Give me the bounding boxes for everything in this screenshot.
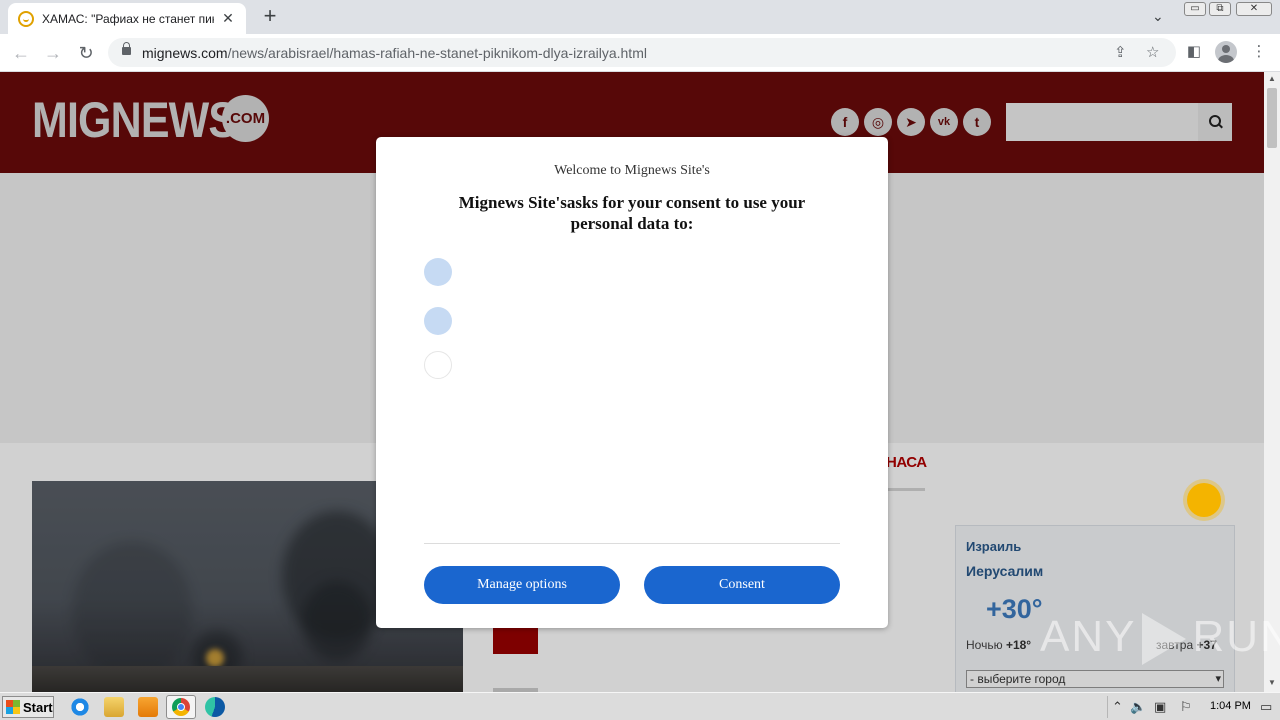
reload-icon[interactable]: ↻ bbox=[75, 42, 97, 64]
restore-button[interactable]: ⧉ bbox=[1209, 2, 1231, 16]
start-label: Start bbox=[23, 699, 53, 715]
kebab-menu-icon[interactable]: ⋮ bbox=[1249, 42, 1269, 62]
system-tray: ⌃ 🔈 ▣ ⚐ 1:04 PM ▭ bbox=[1107, 696, 1278, 718]
browser-toolbar: ← → ↻ mignews.com/news/arabisrael/hamas-… bbox=[0, 34, 1280, 72]
address-bar[interactable]: mignews.com/news/arabisrael/hamas-rafiah… bbox=[108, 38, 1176, 67]
side-panel-icon[interactable]: ◧ bbox=[1184, 42, 1204, 62]
close-window-button[interactable]: ✕ bbox=[1236, 2, 1272, 16]
media-player-icon[interactable] bbox=[138, 697, 158, 717]
consent-dialog: Welcome to Mignews Site's Mignews Site's… bbox=[376, 137, 888, 628]
anyrun-watermark: ANY RUN bbox=[1040, 612, 1280, 666]
scroll-up-icon[interactable]: ▲ bbox=[1264, 72, 1280, 86]
action-center-flag-icon[interactable]: ⚐ bbox=[1180, 699, 1192, 715]
forward-arrow-icon[interactable]: → bbox=[42, 42, 64, 64]
new-tab-button[interactable]: + bbox=[258, 5, 282, 27]
taskbar: Start ⌃ 🔈 ▣ ⚐ 1:04 PM ▭ bbox=[0, 692, 1280, 720]
tab-search-chevron-icon[interactable]: ⌄ bbox=[1152, 8, 1164, 25]
scroll-down-icon[interactable]: ▼ bbox=[1264, 676, 1280, 690]
volume-icon[interactable]: 🔈 bbox=[1130, 699, 1146, 715]
back-arrow-icon[interactable]: ← bbox=[10, 42, 32, 64]
consent-button[interactable]: Consent bbox=[644, 566, 840, 604]
purpose-loading-dot bbox=[424, 258, 452, 286]
profile-icon[interactable] bbox=[1215, 41, 1237, 63]
start-button[interactable]: Start bbox=[2, 696, 54, 718]
sun-icon bbox=[1187, 483, 1221, 517]
tab-title: ХАМАС: "Рафиах не станет пикни bbox=[42, 11, 214, 26]
network-icon[interactable]: ▣ bbox=[1154, 699, 1166, 715]
chrome-icon bbox=[172, 698, 190, 716]
dialog-divider bbox=[424, 543, 840, 544]
purpose-loading-dot bbox=[424, 351, 452, 379]
dialog-heading: Mignews Site'sasks for your consent to u… bbox=[458, 193, 806, 233]
dialog-welcome: Welcome to Mignews Site's bbox=[554, 163, 710, 178]
url-text[interactable]: mignews.com/news/arabisrael/hamas-rafiah… bbox=[142, 45, 647, 61]
tab-strip: ХАМАС: "Рафиах не станет пикни ✕ + ⌄ ▭ ⧉… bbox=[0, 0, 1280, 34]
manage-options-button[interactable]: Manage options bbox=[424, 566, 620, 604]
purpose-loading-dot bbox=[424, 307, 452, 335]
windows-logo-icon bbox=[6, 700, 20, 714]
chrome-taskbar-button[interactable] bbox=[166, 695, 196, 719]
explorer-icon[interactable] bbox=[104, 697, 124, 717]
lock-icon[interactable] bbox=[122, 42, 131, 55]
taskbar-clock[interactable]: 1:04 PM bbox=[1210, 700, 1251, 712]
show-desktop-icon[interactable]: ▭ bbox=[1260, 699, 1272, 715]
edge-icon[interactable] bbox=[205, 697, 225, 717]
star-icon[interactable]: ☆ bbox=[1146, 43, 1159, 61]
active-tab[interactable]: ХАМАС: "Рафиах не станет пикни ✕ bbox=[8, 3, 246, 34]
page-scrollbar[interactable]: ▲ ▼ bbox=[1264, 72, 1280, 692]
play-logo-icon bbox=[1142, 613, 1187, 666]
mignews-favicon-icon bbox=[18, 10, 34, 27]
minimize-button[interactable]: ▭ bbox=[1184, 2, 1206, 16]
share-icon[interactable]: ⇪ bbox=[1114, 43, 1127, 61]
tab-close-icon[interactable]: ✕ bbox=[220, 10, 236, 27]
scroll-thumb[interactable] bbox=[1267, 88, 1277, 148]
tray-expand-icon[interactable]: ⌃ bbox=[1112, 699, 1123, 715]
ie-icon[interactable] bbox=[70, 697, 90, 717]
